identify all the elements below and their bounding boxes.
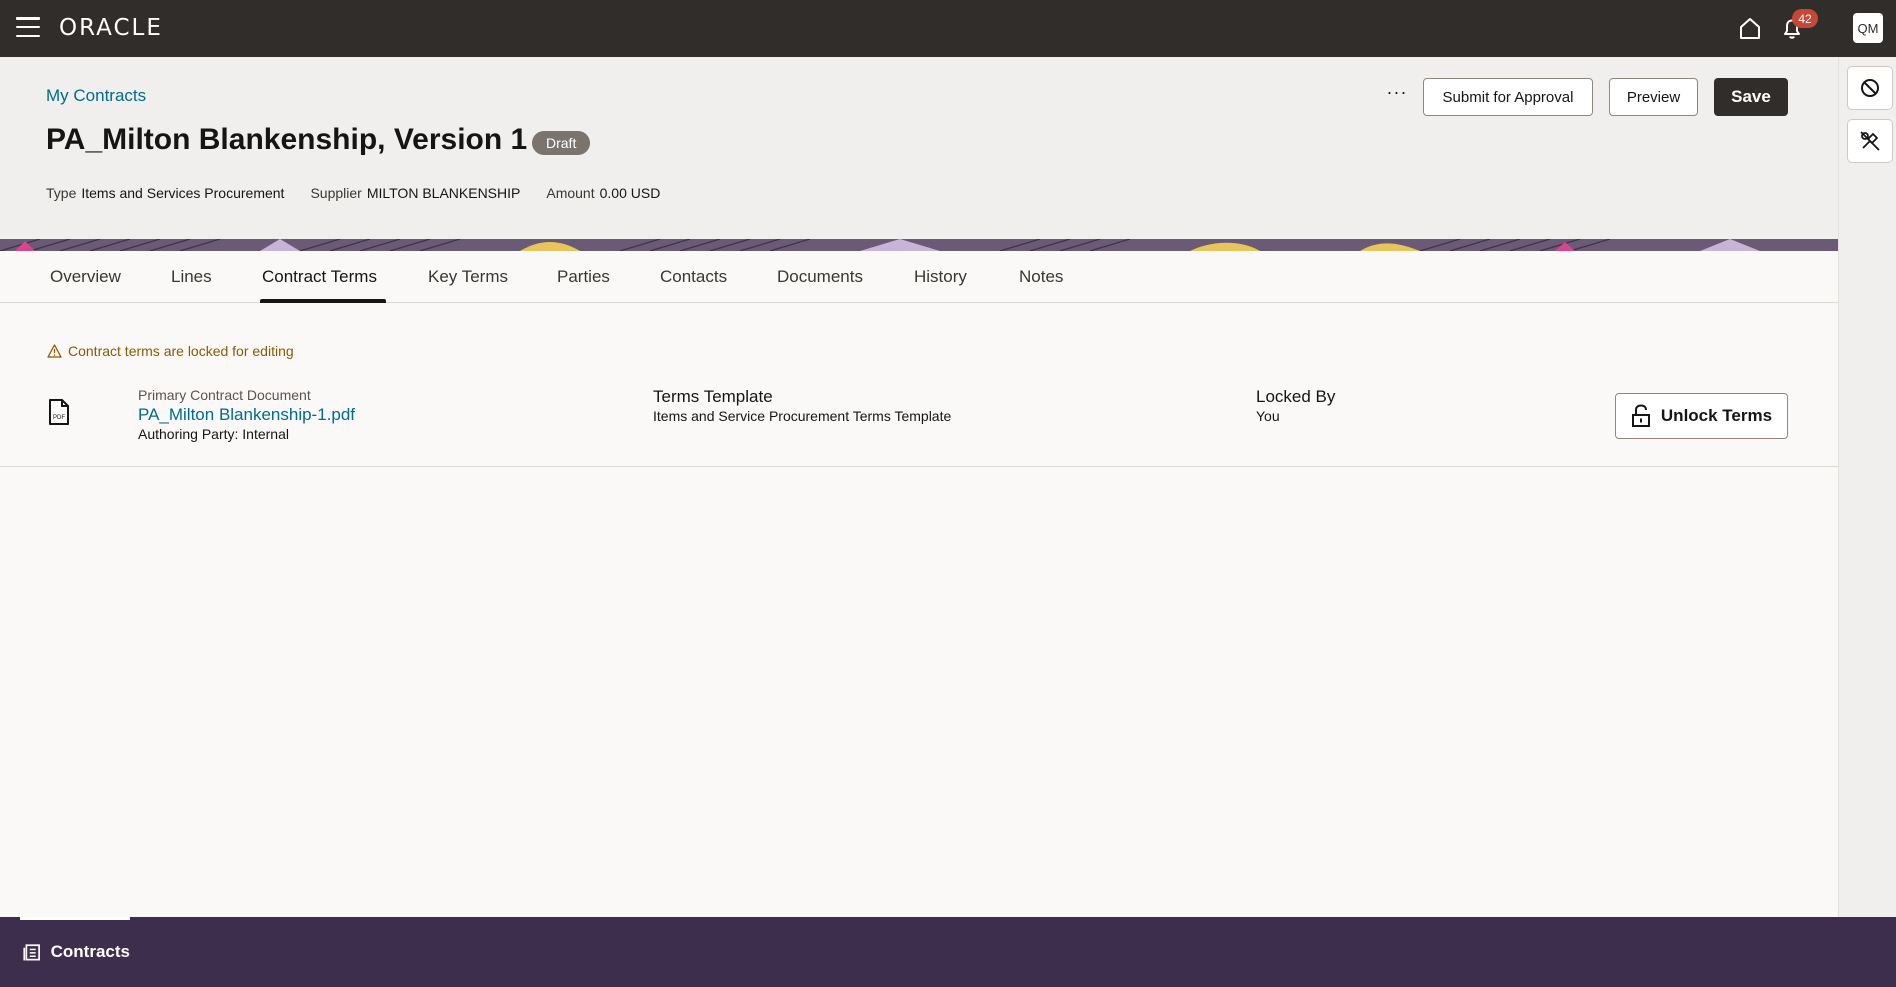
locked-warning-text: Contract terms are locked for editing [68, 343, 294, 359]
tab-contract-terms[interactable]: Contract Terms [260, 251, 386, 303]
locked-warning: Contract terms are locked for editing [47, 343, 294, 359]
primary-document-link[interactable]: PA_Milton Blankenship-1.pdf [138, 405, 355, 425]
breadcrumb-my-contracts[interactable]: My Contracts [46, 86, 146, 106]
primary-document-label: Primary Contract Document [138, 387, 311, 403]
meta-type: Type Items and Services Procurement [46, 185, 284, 201]
tools-off-icon [1860, 131, 1880, 151]
footer-tab-contracts[interactable]: Contracts [20, 917, 130, 987]
tab-documents[interactable]: Documents [777, 251, 863, 303]
meta-amount-value: 0.00 USD [599, 185, 661, 201]
meta-type-value: Items and Services Procurement [81, 185, 285, 201]
pdf-icon-label: PDF [53, 415, 65, 421]
notification-count-badge: 42 [1792, 9, 1818, 28]
tab-contacts[interactable]: Contacts [660, 251, 727, 303]
unlock-icon [1631, 404, 1650, 427]
rail-tools-button[interactable] [1847, 119, 1893, 163]
meta-supplier: Supplier MILTON BLANKENSHIP [310, 185, 520, 201]
warning-icon [47, 344, 62, 358]
top-navbar: ORACLE 42 QM [0, 0, 1896, 57]
contract-terms-panel: Contract terms are locked for editing PD… [0, 303, 1838, 917]
meta-amount: Amount 0.00 USD [546, 185, 660, 201]
tab-history[interactable]: History [914, 251, 967, 303]
more-actions-button[interactable]: ··· [1382, 77, 1412, 107]
status-badge: Draft [532, 131, 591, 155]
tab-parties[interactable]: Parties [557, 251, 610, 303]
tab-notes[interactable]: Notes [1019, 251, 1063, 303]
pdf-file-icon: PDF [49, 399, 69, 425]
contract-document-row: PDF Primary Contract Document PA_Milton … [0, 373, 1838, 467]
footer-bar: Contracts [0, 917, 1896, 987]
terms-template-value: Items and Service Procurement Terms Temp… [653, 408, 952, 424]
page-header: My Contracts PA_Milton Blankenship, Vers… [0, 57, 1838, 239]
right-toolbar [1838, 57, 1896, 917]
authoring-party: Authoring Party: Internal [138, 426, 289, 442]
locked-by-label: Locked By [1256, 387, 1336, 406]
contracts-icon [23, 944, 40, 961]
menu-icon[interactable] [16, 17, 40, 37]
meta-supplier-value: MILTON BLANKENSHIP [366, 185, 521, 201]
tab-lines[interactable]: Lines [171, 251, 212, 303]
tab-overview[interactable]: Overview [50, 251, 121, 303]
oracle-logo[interactable]: ORACLE [59, 15, 163, 41]
submit-for-approval-button[interactable]: Submit for Approval [1423, 78, 1593, 116]
page-title: PA_Milton Blankenship, Version 1 [46, 123, 528, 156]
contract-meta: Type Items and Services Procurement Suppl… [46, 185, 660, 201]
meta-amount-label: Amount [546, 185, 595, 201]
meta-type-label: Type [46, 185, 77, 201]
rail-cancel-button[interactable] [1847, 66, 1893, 110]
decorative-banner [0, 239, 1838, 251]
tab-bar: Overview Lines Contract Terms Key Terms … [0, 251, 1838, 303]
terms-template-label: Terms Template [653, 387, 773, 406]
home-icon[interactable] [1736, 14, 1764, 42]
meta-supplier-label: Supplier [310, 185, 362, 201]
preview-button[interactable]: Preview [1609, 78, 1698, 116]
footer-tab-label: Contracts [50, 942, 130, 961]
prohibit-icon [1861, 79, 1879, 97]
save-button[interactable]: Save [1714, 78, 1788, 116]
unlock-terms-button[interactable]: Unlock Terms [1615, 393, 1788, 439]
unlock-terms-label: Unlock Terms [1660, 406, 1773, 425]
tab-key-terms[interactable]: Key Terms [428, 251, 508, 303]
locked-by-value: You [1256, 408, 1280, 424]
user-avatar[interactable]: QM [1853, 13, 1883, 43]
